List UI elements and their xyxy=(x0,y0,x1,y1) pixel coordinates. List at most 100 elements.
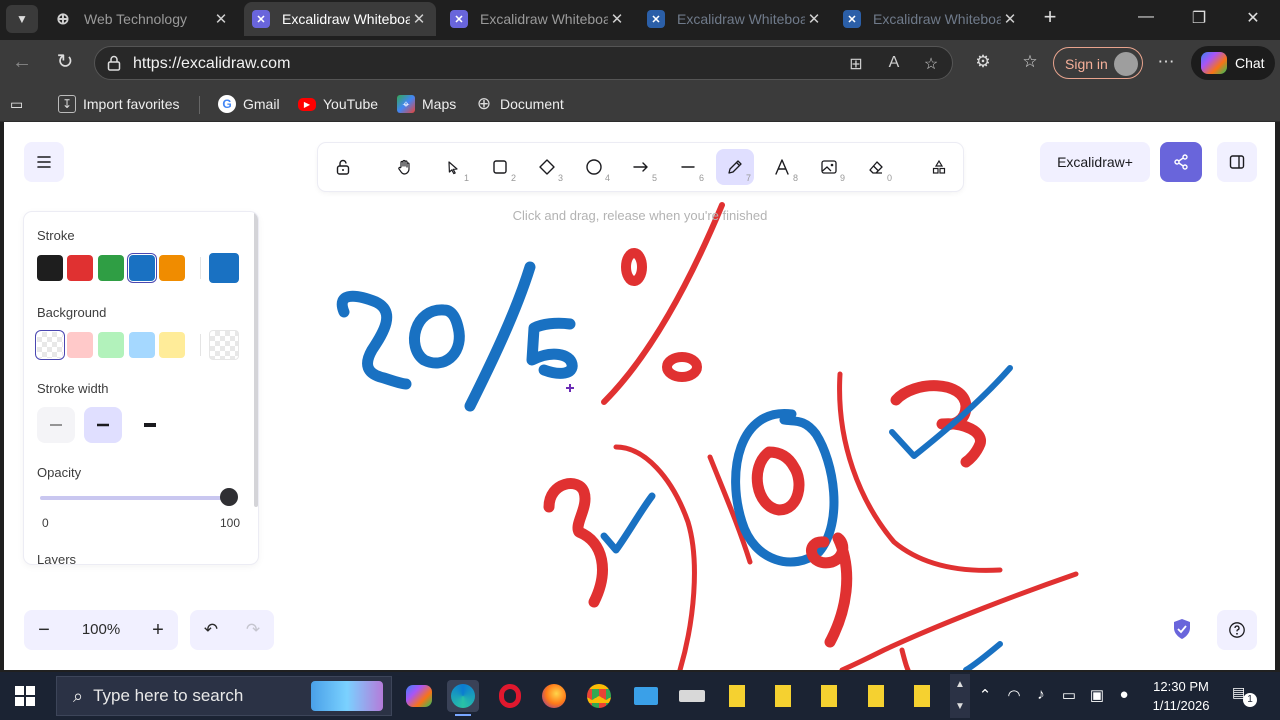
background-swatch-pink[interactable] xyxy=(67,332,93,358)
panel-scrollbar[interactable] xyxy=(254,212,258,507)
minimize-button[interactable]: — xyxy=(1131,8,1161,26)
stroke-width-label: Stroke width xyxy=(37,381,109,396)
encryption-shield-icon[interactable] xyxy=(1172,618,1192,640)
tool-draw[interactable]: 7 xyxy=(716,149,754,185)
tool-text[interactable]: 8 xyxy=(763,149,801,185)
tool-selection[interactable]: 1 xyxy=(434,149,472,185)
tool-rectangle[interactable]: 2 xyxy=(481,149,519,185)
battery-icon[interactable]: ▭ xyxy=(1058,686,1080,704)
tool-diamond[interactable]: 3 xyxy=(528,149,566,185)
more-menu-icon[interactable]: ⋯ xyxy=(1155,52,1177,74)
zoom-out-button[interactable]: − xyxy=(24,610,64,650)
taskbar-file-4[interactable] xyxy=(860,680,892,712)
stroke-swatch-green[interactable] xyxy=(98,255,124,281)
new-tab-button[interactable]: + xyxy=(1038,6,1062,30)
taskbar-edge[interactable] xyxy=(447,680,479,716)
windows-start-icon[interactable] xyxy=(14,685,36,707)
stroke-swatch-blue[interactable] xyxy=(129,255,155,281)
main-menu-button[interactable] xyxy=(24,142,64,182)
background-swatch-yellow[interactable] xyxy=(159,332,185,358)
tool-arrow[interactable]: 5 xyxy=(622,149,660,185)
tool-lock[interactable] xyxy=(324,149,362,185)
favorite-maps[interactable]: ⌖ Maps xyxy=(397,94,456,114)
reload-button[interactable]: ↻ xyxy=(53,51,77,75)
tool-image[interactable]: 9 xyxy=(810,149,848,185)
favorite-gmail[interactable]: G Gmail xyxy=(218,94,280,114)
stroke-width-extra-bold[interactable] xyxy=(131,407,169,443)
notification-center[interactable]: ▤ 1 xyxy=(1232,684,1257,708)
tab-web-technology[interactable]: ⊕ Web Technology ✕ xyxy=(46,2,238,36)
redo-button[interactable]: ↷ xyxy=(232,610,274,650)
extensions-icon[interactable]: ⚙ xyxy=(972,52,994,74)
help-button[interactable] xyxy=(1217,610,1257,650)
tab-close-icon[interactable]: ✕ xyxy=(805,10,823,28)
volume-icon[interactable]: ♪ xyxy=(1030,686,1052,703)
collections-icon[interactable]: ▭ xyxy=(10,94,23,114)
favorite-star-icon[interactable]: ☆ xyxy=(921,54,941,74)
zoom-level[interactable]: 100% xyxy=(68,621,134,638)
taskbar-file-1[interactable] xyxy=(721,680,753,712)
app-available-icon[interactable]: ⊞ xyxy=(846,54,866,74)
taskbar-chrome[interactable] xyxy=(583,680,615,712)
taskbar-file-3[interactable] xyxy=(813,680,845,712)
camera-icon[interactable]: ▣ xyxy=(1086,686,1108,704)
library-sidebar-button[interactable] xyxy=(1217,142,1257,182)
favorites-icon[interactable]: ☆ xyxy=(1019,52,1041,74)
tool-more-shapes[interactable] xyxy=(920,149,958,185)
taskbar-opera[interactable] xyxy=(494,680,526,712)
wifi-icon[interactable]: ◠ xyxy=(1003,686,1025,704)
tab-excalidraw-2[interactable]: ✕ Excalidraw Whiteboard ✕ xyxy=(442,2,634,36)
tray-expand-icon[interactable]: ⌃ xyxy=(974,686,996,704)
share-button[interactable] xyxy=(1160,142,1202,182)
excalidraw-plus-button[interactable]: Excalidraw+ xyxy=(1040,142,1150,182)
excalidraw-canvas[interactable]: 1 2 3 4 5 6 7 8 9 0 Click and drag, rele… xyxy=(4,122,1275,670)
read-aloud-icon[interactable]: A xyxy=(884,54,904,74)
background-swatch-transparent[interactable] xyxy=(37,332,63,358)
stroke-swatch-orange[interactable] xyxy=(159,255,185,281)
zoom-in-button[interactable]: + xyxy=(138,610,178,650)
tab-actions-menu[interactable]: ▼ xyxy=(6,5,38,33)
tool-line[interactable]: 6 xyxy=(669,149,707,185)
stroke-width-bold[interactable] xyxy=(84,407,122,443)
favorite-document[interactable]: ⊕ Document xyxy=(475,94,564,114)
background-current-color[interactable] xyxy=(209,330,239,360)
favorite-youtube[interactable]: ▶ YouTube xyxy=(298,94,378,114)
tool-eraser[interactable]: 0 xyxy=(857,149,895,185)
tab-close-icon[interactable]: ✕ xyxy=(608,10,626,28)
clock-time: 12:30 PM xyxy=(1153,679,1209,694)
taskbar-overflow-scroller[interactable]: ▲ ▼ xyxy=(950,674,970,718)
sign-in-button[interactable]: Sign in xyxy=(1053,47,1143,79)
copilot-chat-button[interactable]: Chat xyxy=(1191,46,1275,80)
taskbar-file-2[interactable] xyxy=(767,680,799,712)
stroke-swatch-red[interactable] xyxy=(67,255,93,281)
taskbar-search-box[interactable]: ⌕ Type here to search xyxy=(56,676,392,716)
tab-excalidraw-3[interactable]: ✕ Excalidraw Whiteboard ✕ xyxy=(639,2,831,36)
stroke-swatch-black[interactable] xyxy=(37,255,63,281)
taskbar-copilot[interactable] xyxy=(403,680,435,712)
taskbar-clock[interactable]: 12:30 PM 1/11/2026 xyxy=(1141,677,1221,715)
tab-close-icon[interactable]: ✕ xyxy=(410,10,428,28)
tab-close-icon[interactable]: ✕ xyxy=(212,10,230,28)
tool-ellipse[interactable]: 4 xyxy=(575,149,613,185)
taskbar-remote-desktop[interactable] xyxy=(630,680,662,712)
stroke-width-thin[interactable] xyxy=(37,407,75,443)
tool-hand[interactable] xyxy=(386,149,424,185)
background-swatch-blue[interactable] xyxy=(129,332,155,358)
back-button[interactable]: ← xyxy=(10,51,34,75)
restore-button[interactable]: ❐ xyxy=(1184,8,1214,28)
tab-excalidraw-4[interactable]: ✕ Excalidraw Whiteboard ✕ xyxy=(835,2,1027,36)
taskbar-file-5[interactable] xyxy=(906,680,938,712)
address-bar[interactable]: https://excalidraw.com ⊞ A ☆ xyxy=(94,46,953,80)
opacity-slider-track[interactable] xyxy=(40,496,232,500)
undo-button[interactable]: ↶ xyxy=(190,610,232,650)
taskbar-drive[interactable] xyxy=(676,680,708,712)
taskbar-firefox[interactable] xyxy=(538,680,570,712)
microphone-icon[interactable]: ● xyxy=(1113,686,1135,703)
stroke-current-color[interactable] xyxy=(209,253,239,283)
background-swatch-green[interactable] xyxy=(98,332,124,358)
tab-excalidraw-active[interactable]: ✕ Excalidraw Whiteboard ✕ xyxy=(244,2,436,36)
close-window-button[interactable]: ✕ xyxy=(1238,8,1268,28)
tab-close-icon[interactable]: ✕ xyxy=(1001,10,1019,28)
opacity-slider-thumb[interactable] xyxy=(220,488,238,506)
favorite-import[interactable]: ↧ Import favorites xyxy=(58,94,179,114)
